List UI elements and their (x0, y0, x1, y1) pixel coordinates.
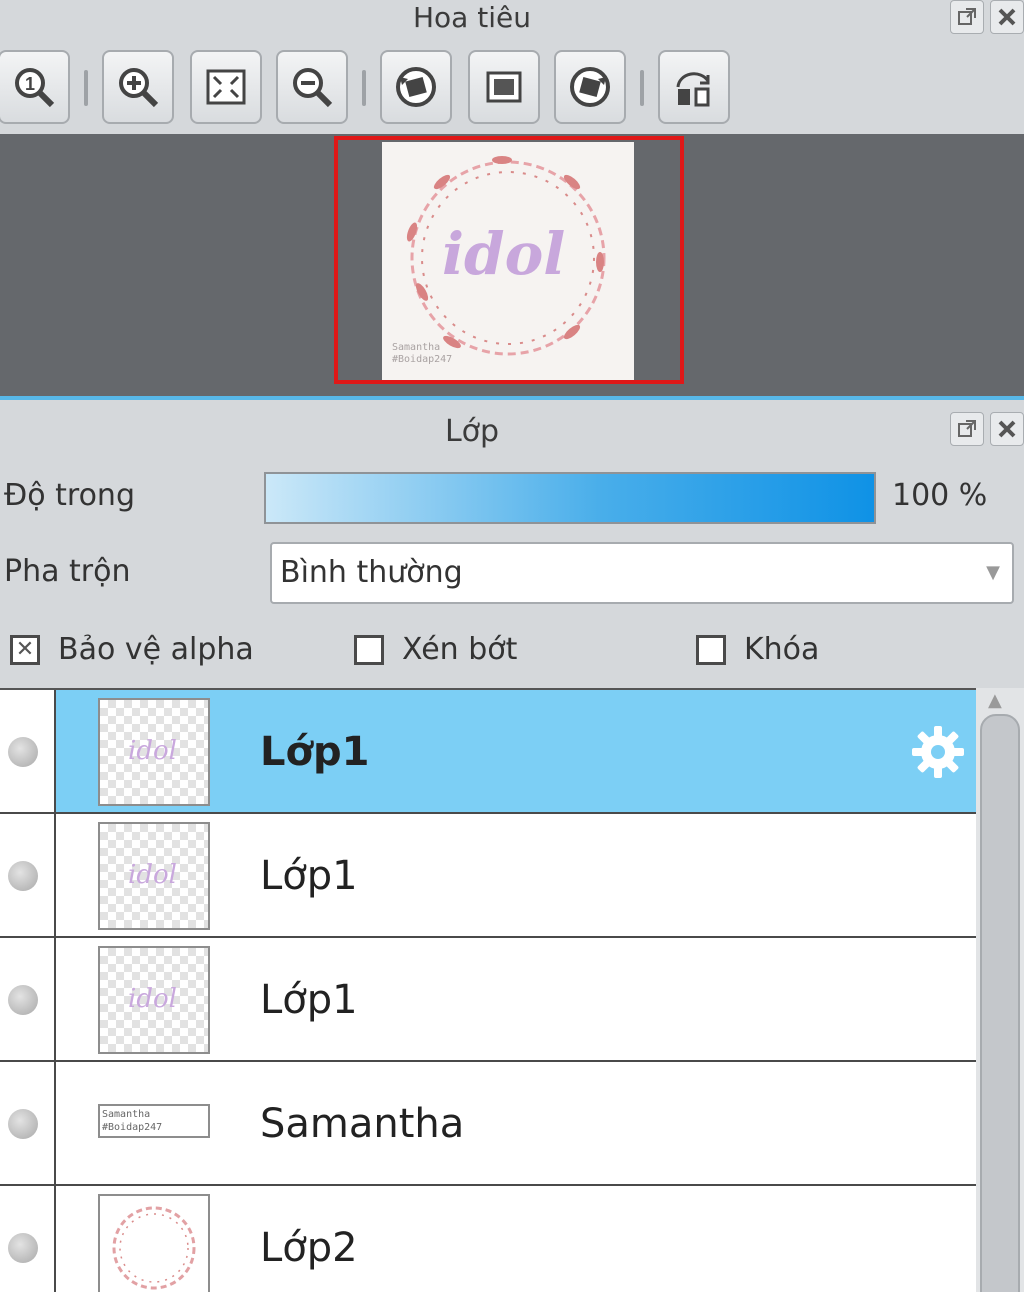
rotate-right-button[interactable] (554, 50, 626, 124)
layer-panel-controls (950, 412, 1024, 446)
reset-view-button[interactable] (468, 50, 540, 124)
zoom-in-icon (119, 68, 159, 108)
fit-to-window-button[interactable] (190, 50, 262, 124)
scroll-up-icon[interactable]: ▲ (988, 690, 1002, 711)
layer-list-scrollbar[interactable]: ▲ (976, 688, 1024, 1292)
layer-name: Lớp1 (260, 729, 370, 775)
rotate-left-button[interactable] (380, 50, 452, 124)
navigator-panel-controls (950, 0, 1024, 34)
gear-icon[interactable] (908, 722, 968, 782)
toolbar-separator (362, 70, 366, 106)
flip-horizontal-icon (676, 72, 710, 107)
visibility-toggle-icon[interactable] (8, 1109, 38, 1139)
rotate-left-icon (396, 67, 436, 107)
protect-alpha-label: Bảo vệ alpha (58, 632, 254, 667)
visibility-column (0, 1186, 56, 1292)
zoom-out-icon (293, 68, 333, 108)
layer-panel-title: Lớp (444, 414, 500, 449)
clipping-checkbox[interactable]: Xén bớt (354, 632, 517, 667)
thumbnail-text: idol (128, 860, 177, 890)
layer-thumbnail: idol (98, 698, 210, 806)
blend-mode-value: Bình thường (280, 555, 463, 590)
lock-label: Khóa (744, 632, 820, 667)
layer-thumbnail: Samantha #Boidap247 (98, 1104, 210, 1138)
layer-thumbnail: idol (98, 822, 210, 930)
toolbar-separator (640, 70, 644, 106)
layer-thumbnail (98, 1194, 210, 1292)
flip-horizontal-button[interactable] (658, 50, 730, 124)
layer-row[interactable]: idol Lớp1 (0, 814, 976, 938)
protect-alpha-checkbox[interactable]: ✕ Bảo vệ alpha (10, 632, 254, 667)
checkbox-checked-icon: ✕ (10, 634, 40, 665)
navigator-toolbar: 1 (0, 50, 1024, 126)
fit-screen-icon (206, 69, 246, 105)
detach-panel-icon[interactable] (950, 412, 984, 446)
layer-thumbnail: idol (98, 946, 210, 1054)
zoom-actual-size-button[interactable]: 1 (0, 50, 70, 124)
visibility-toggle-icon[interactable] (8, 1233, 38, 1263)
layer-name: Samantha (260, 1101, 465, 1147)
visibility-column (0, 938, 56, 1060)
blend-mode-select[interactable]: Bình thường ▼ (270, 542, 1014, 604)
visibility-toggle-icon[interactable] (8, 737, 38, 767)
close-panel-icon[interactable] (990, 0, 1024, 34)
opacity-label: Độ trong (4, 478, 135, 513)
opacity-value: 100 % (892, 478, 988, 513)
navigator-title: Hoa tiêu (413, 1, 531, 34)
visibility-column (0, 690, 56, 812)
navigator-panel: Hoa tiêu 1 idol Samantha #Boidap247 (0, 0, 1024, 396)
checkbox-unchecked-icon (354, 634, 384, 665)
thumbnail-text: idol (128, 984, 177, 1014)
svg-text:1: 1 (25, 74, 35, 94)
layer-list: idol Lớp1 idol Lớp1 idol Lớp1 Samantha #… (0, 688, 976, 1292)
zoom-out-button[interactable] (276, 50, 348, 124)
visibility-toggle-icon[interactable] (8, 861, 38, 891)
visibility-column (0, 814, 56, 936)
layer-name: Lớp1 (260, 853, 358, 899)
thumbnail-text: idol (128, 736, 177, 766)
reset-view-icon (486, 71, 522, 103)
layer-name: Lớp1 (260, 977, 358, 1023)
blend-mode-label: Pha trộn (4, 554, 131, 589)
zoom-1x-icon: 1 (15, 68, 55, 108)
clipping-label: Xén bớt (402, 632, 518, 667)
checkbox-unchecked-icon (696, 634, 726, 665)
zoom-in-button[interactable] (102, 50, 174, 124)
opacity-slider[interactable] (264, 472, 876, 524)
layer-row[interactable]: idol Lớp1 (0, 938, 976, 1062)
rotate-right-icon (570, 67, 610, 107)
toolbar-separator (84, 70, 88, 106)
layer-row[interactable]: Lớp2 (0, 1186, 976, 1292)
layer-row[interactable]: idol Lớp1 (0, 690, 976, 814)
wreath-thumbnail-image (112, 1206, 196, 1290)
chevron-down-icon: ▼ (986, 562, 1000, 583)
scrollbar-thumb[interactable] (980, 714, 1020, 1292)
layer-panel: Lớp Độ trong 100 % Pha trộn Bình thường … (0, 396, 1024, 1292)
lock-checkbox[interactable]: Khóa (696, 632, 819, 667)
thumbnail-text: Samantha #Boidap247 (102, 1109, 163, 1133)
visibility-column (0, 1062, 56, 1184)
visibility-toggle-icon[interactable] (8, 985, 38, 1015)
viewport-frame[interactable] (334, 136, 684, 384)
layer-name: Lớp2 (260, 1225, 358, 1271)
layer-row[interactable]: Samantha #Boidap247 Samantha (0, 1062, 976, 1186)
detach-panel-icon[interactable] (950, 0, 984, 34)
navigator-preview-area[interactable]: idol Samantha #Boidap247 (0, 134, 1024, 396)
close-panel-icon[interactable] (990, 412, 1024, 446)
